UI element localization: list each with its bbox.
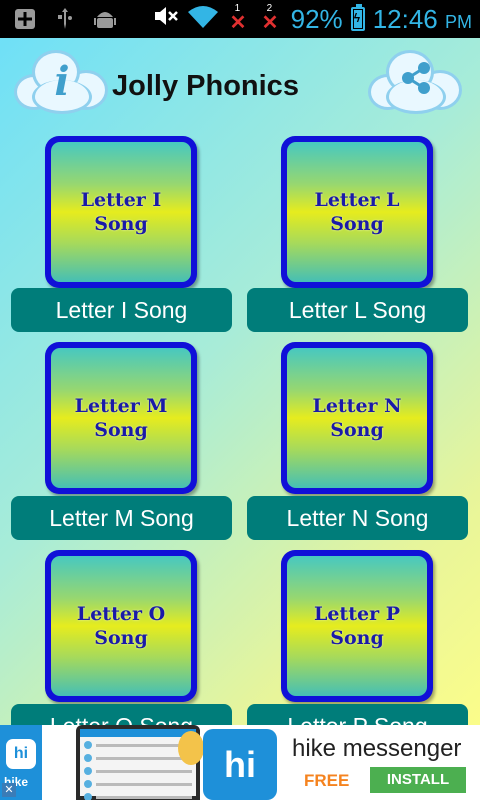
tile-text: Letter N Song	[312, 395, 402, 441]
tile-text: Letter O Song	[76, 603, 166, 649]
song-button-n[interactable]: Letter N Song	[247, 496, 468, 540]
song-tile-m[interactable]: Letter M Song	[45, 342, 197, 494]
ad-banner[interactable]: hi hike ✕ hi hike messenger FREE INSTALL	[0, 725, 480, 800]
ad-sticker-image	[178, 731, 204, 765]
song-tile-p[interactable]: Letter P Song	[281, 550, 433, 702]
info-button[interactable]: i	[14, 48, 110, 118]
add-notification-icon	[12, 7, 38, 31]
song-tile-i[interactable]: Letter I Song	[45, 136, 197, 288]
tile-text: Letter L Song	[314, 189, 400, 235]
status-bar: 1 ✕ 2 ✕ 92% ϟ 12:46 PM	[0, 0, 480, 38]
hike-logo: hi	[203, 729, 277, 800]
song-button-p[interactable]: Letter P Song	[247, 704, 468, 725]
info-icon: i	[54, 58, 70, 105]
song-tile-o[interactable]: Letter O Song	[45, 550, 197, 702]
clock: 12:46 PM	[373, 4, 472, 35]
tile-text: Letter I Song	[80, 189, 162, 235]
install-button[interactable]: INSTALL	[370, 767, 466, 793]
battery-charging-icon: ϟ	[350, 4, 365, 31]
share-icon	[368, 58, 464, 103]
ad-free-label: FREE	[304, 771, 350, 790]
app-content: i Jolly Phonics Letter I Song Letter I So…	[0, 38, 480, 725]
sim2-no-signal-icon: 2 ✕	[261, 3, 279, 34]
tile-text: Letter P Song	[313, 603, 400, 649]
hike-small-logo: hi	[6, 739, 36, 769]
song-tile-n[interactable]: Letter N Song	[281, 342, 433, 494]
sim1-no-signal-icon: 1 ✕	[229, 3, 247, 34]
song-button-i[interactable]: Letter I Song	[11, 288, 232, 332]
clock-time: 12:46	[372, 3, 438, 34]
android-debug-icon	[92, 7, 118, 31]
share-button[interactable]	[368, 48, 464, 118]
mute-icon	[153, 5, 179, 33]
usb-icon	[52, 7, 78, 31]
song-button-m[interactable]: Letter M Song	[11, 496, 232, 540]
page-title: Jolly Phonics	[112, 70, 299, 102]
clock-ampm: PM	[445, 11, 472, 32]
song-button-o[interactable]: Letter O Song	[11, 704, 232, 725]
tile-text: Letter M Song	[74, 395, 168, 441]
song-button-l[interactable]: Letter L Song	[247, 288, 468, 332]
song-tile-l[interactable]: Letter L Song	[281, 136, 433, 288]
close-icon[interactable]: ✕	[2, 783, 16, 797]
app-header: i Jolly Phonics	[0, 38, 480, 134]
ad-title: hike messenger	[292, 735, 462, 762]
battery-percent: 92%	[290, 3, 343, 34]
wifi-icon	[187, 4, 219, 35]
